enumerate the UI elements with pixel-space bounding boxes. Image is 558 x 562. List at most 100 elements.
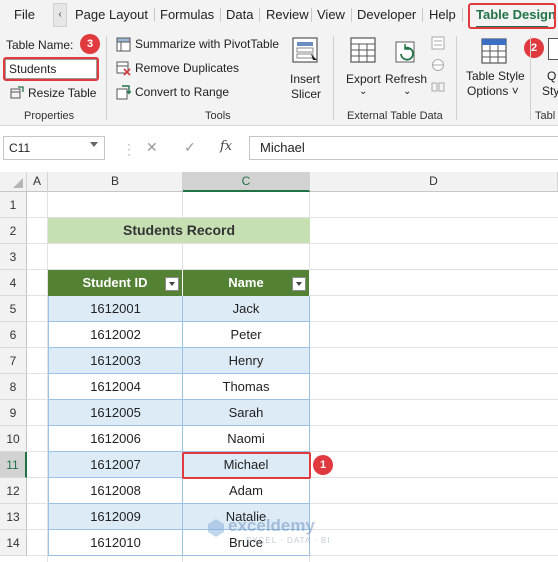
table-style-line1: Table Style xyxy=(466,69,525,83)
properties-small-icon[interactable] xyxy=(431,36,445,50)
header-label-student-id: Student ID xyxy=(82,275,148,290)
step-badge-3: 3 xyxy=(80,34,100,54)
unlink-icon[interactable] xyxy=(431,80,445,94)
group-divider xyxy=(456,36,457,120)
row-header[interactable]: 9 xyxy=(0,400,27,426)
table-cell-student-id[interactable]: 1612006 xyxy=(48,426,183,452)
step-badge-1: 1 xyxy=(313,455,333,475)
ribbon: Table Name: 3 Students Resize Table Prop… xyxy=(0,30,558,126)
quick-styles-partial[interactable]: Q xyxy=(547,69,556,83)
table-cell-name[interactable]: Henry xyxy=(183,348,310,374)
table-cell-student-id[interactable]: 1612002 xyxy=(48,322,183,348)
watermark-tagline: EXCEL · DATA · BI xyxy=(246,536,331,545)
refresh-button[interactable]: Refresh ⌄ xyxy=(385,36,429,102)
name-box[interactable]: C11 xyxy=(3,136,105,160)
table-cell-name[interactable]: Peter xyxy=(183,322,310,348)
select-all-corner[interactable] xyxy=(0,172,27,192)
row-header[interactable]: 13 xyxy=(0,504,27,530)
row-header[interactable]: 6 xyxy=(0,322,27,348)
more-options-icon: ⋮ xyxy=(122,141,136,157)
table-cell-student-id[interactable]: 1612003 xyxy=(48,348,183,374)
insert-function-icon[interactable]: fx xyxy=(220,139,232,154)
tab-divider xyxy=(220,8,221,22)
table-style-options-button[interactable]: Table Style Options ˅ xyxy=(463,36,525,102)
table-header-name[interactable]: Name xyxy=(183,270,310,296)
export-icon xyxy=(350,37,376,63)
open-in-browser-icon[interactable] xyxy=(431,58,445,72)
row-header[interactable]: 3 xyxy=(0,244,27,270)
table-cell-student-id[interactable]: 1612010 xyxy=(48,530,183,556)
watermark: exceldemy EXCEL · DATA · BI xyxy=(206,514,356,550)
chevron-down-icon[interactable] xyxy=(90,142,98,147)
filter-dropdown-icon[interactable] xyxy=(292,277,306,291)
enter-icon[interactable]: ✓ xyxy=(184,139,196,156)
tab-divider xyxy=(422,8,423,22)
select-all-icon xyxy=(13,178,23,188)
tab-developer[interactable]: Developer xyxy=(357,0,416,30)
insert-slicer-line1: Insert xyxy=(290,72,321,86)
row-header[interactable]: 10 xyxy=(0,426,27,452)
watermark-logo-icon xyxy=(208,519,224,537)
filter-dropdown-icon[interactable] xyxy=(165,277,179,291)
chevron-left-icon[interactable]: ‹ xyxy=(53,3,67,27)
export-label: Export xyxy=(346,72,381,86)
table-cell-name[interactable]: Adam xyxy=(183,478,310,504)
export-button[interactable]: Export ⌄ xyxy=(343,36,385,102)
table-cell-name[interactable]: Sarah xyxy=(183,400,310,426)
table-style-line2: Options ˅ xyxy=(467,84,519,98)
row-header[interactable]: 7 xyxy=(0,348,27,374)
resize-table-icon xyxy=(10,86,24,99)
column-header-d[interactable]: D xyxy=(310,172,558,192)
table-cell-name[interactable]: Thomas xyxy=(183,374,310,400)
watermark-name: exceldemy xyxy=(228,516,315,535)
row-header[interactable]: 1 xyxy=(0,192,27,218)
formula-input[interactable]: Michael xyxy=(249,136,558,160)
row-header[interactable]: 2 xyxy=(0,218,27,244)
quick-styles-partial-line2[interactable]: Sty xyxy=(542,84,558,98)
remove-duplicates-icon xyxy=(116,61,131,76)
insert-slicer-line2: Slicer xyxy=(291,87,322,101)
column-header-c[interactable]: C xyxy=(183,172,310,192)
table-cell-student-id[interactable]: 1612001 xyxy=(48,296,183,322)
column-header-a[interactable]: A xyxy=(27,172,48,192)
tab-view[interactable]: View xyxy=(317,0,345,30)
summarize-pivottable-button[interactable]: Summarize with PivotTable xyxy=(116,36,284,54)
table-cell-student-id[interactable]: 1612009 xyxy=(48,504,183,530)
slicer-icon xyxy=(292,37,318,63)
table-cell-student-id[interactable]: 1612007 xyxy=(48,452,183,478)
table-cell-name[interactable]: Jack xyxy=(183,296,310,322)
active-cell-highlight xyxy=(182,452,311,479)
tab-divider xyxy=(311,8,312,22)
tab-page-layout[interactable]: Page Layout xyxy=(75,0,148,30)
row-header[interactable]: 8 xyxy=(0,374,27,400)
row-header[interactable]: 12 xyxy=(0,478,27,504)
table-header-student-id[interactable]: Student ID xyxy=(48,270,183,296)
row-header[interactable]: 4 xyxy=(0,270,27,296)
tab-review[interactable]: Review xyxy=(266,0,309,30)
table-cell-name[interactable]: Naomi xyxy=(183,426,310,452)
row-header[interactable]: 11 xyxy=(0,452,27,478)
table-title-cell[interactable]: Students Record xyxy=(48,218,310,243)
group-label-properties: Properties xyxy=(24,110,75,122)
group-label-table-styles: Tabl xyxy=(535,110,556,122)
tab-formulas[interactable]: Formulas xyxy=(160,0,214,30)
table-cell-student-id[interactable]: 1612004 xyxy=(48,374,183,400)
column-header-b[interactable]: B xyxy=(48,172,183,192)
summarize-label: Summarize with PivotTable xyxy=(135,37,280,51)
tab-help[interactable]: Help xyxy=(429,0,456,30)
insert-slicer-button[interactable]: Insert Slicer xyxy=(286,36,326,102)
resize-table-button[interactable]: Resize Table xyxy=(10,84,100,102)
row-header[interactable]: 5 xyxy=(0,296,27,322)
cancel-icon[interactable]: ✕ xyxy=(146,139,158,156)
remove-duplicates-button[interactable]: Remove Duplicates xyxy=(116,60,244,78)
chevron-down-icon: ⌄ xyxy=(403,86,412,97)
tab-file[interactable]: File xyxy=(14,0,35,30)
remove-duplicates-label: Remove Duplicates xyxy=(135,61,240,75)
table-style-icon xyxy=(481,38,507,64)
convert-to-range-button[interactable]: Convert to Range xyxy=(116,84,236,102)
table-cell-student-id[interactable]: 1612005 xyxy=(48,400,183,426)
row-header[interactable]: 14 xyxy=(0,530,27,556)
tab-data[interactable]: Data xyxy=(226,0,253,30)
table-cell-student-id[interactable]: 1612008 xyxy=(48,478,183,504)
gridline xyxy=(27,243,558,244)
